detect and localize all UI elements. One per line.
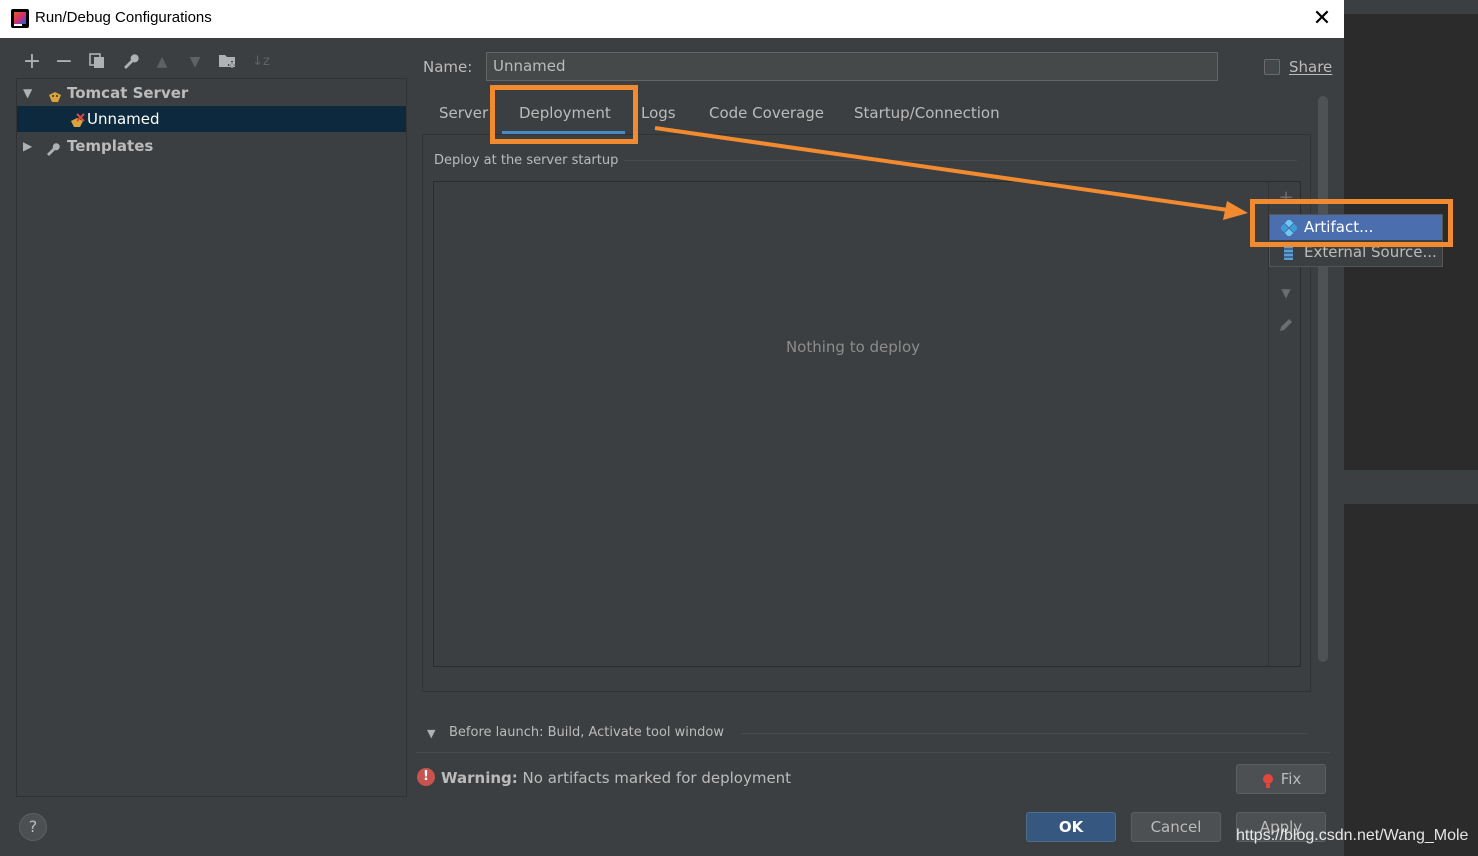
- separator: [741, 733, 1308, 734]
- fix-button[interactable]: Fix: [1236, 764, 1326, 794]
- warning-text: No artifacts marked for deployment: [522, 769, 792, 787]
- before-launch-toggle-icon[interactable]: ▼: [427, 727, 435, 740]
- warning-message: Warning: No artifacts marked for deploym…: [441, 769, 791, 787]
- warning-icon: !: [417, 768, 435, 786]
- ok-button[interactable]: OK: [1026, 812, 1116, 842]
- warning-bold: Warning:: [441, 769, 518, 787]
- before-launch-label[interactable]: Before launch: Build, Activate tool wind…: [449, 725, 724, 740]
- annotation-arrow: [654, 126, 1248, 220]
- help-button[interactable]: ?: [19, 813, 47, 841]
- separator: [416, 752, 1330, 753]
- bulb-icon: [1263, 771, 1273, 788]
- cancel-button[interactable]: Cancel: [1131, 812, 1221, 842]
- watermark: https://blog.csdn.net/Wang_Mole: [1236, 827, 1469, 844]
